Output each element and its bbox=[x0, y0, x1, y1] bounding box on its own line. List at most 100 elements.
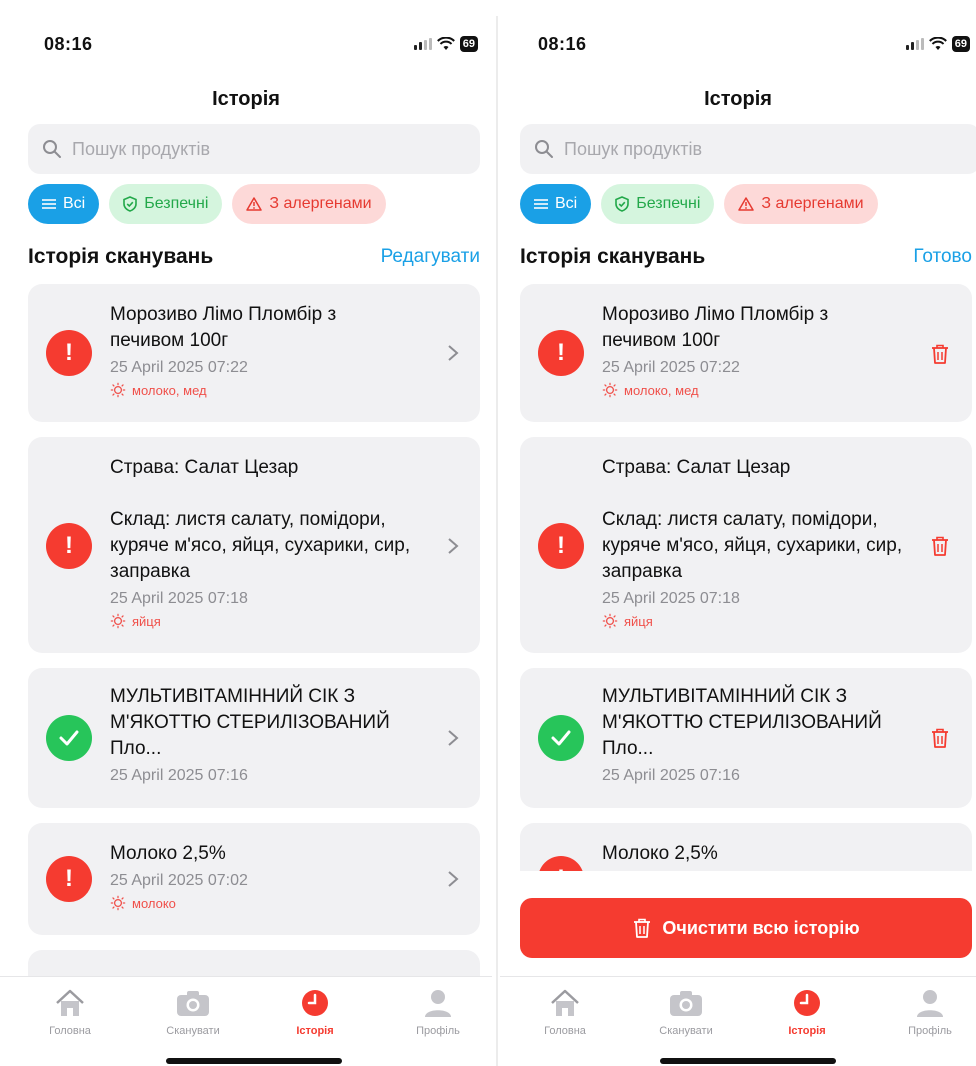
product-name: Морозиво Лімо Пломбір з печивом 100г bbox=[110, 304, 337, 351]
history-item[interactable]: ! Страва: Салат Цезар Склад: листя салат… bbox=[520, 437, 972, 653]
camera-icon bbox=[175, 985, 211, 1021]
search-bar[interactable] bbox=[520, 124, 976, 174]
scan-date: 25 April 2025 07:22 bbox=[602, 359, 740, 376]
scan-date: 25 April 2025 07:16 bbox=[110, 767, 248, 784]
filter-allergens-label: З алергенами bbox=[761, 195, 864, 212]
tab-profile-label: Профіль bbox=[416, 1025, 460, 1037]
history-item-body: Страва: Салат Цезар Склад: листя салату,… bbox=[602, 455, 910, 629]
product-name: Молоко 2,5% bbox=[110, 843, 226, 864]
history-item-body: Страва: Салат Цезар Склад: листя салату,… bbox=[110, 455, 428, 629]
battery-icon: 69 bbox=[951, 36, 970, 52]
tab-history-label: Історія bbox=[788, 1025, 826, 1037]
history-item-body: МУЛЬТИВІТАМІННИЙ СІК З М'ЯКОТТЮ СТЕРИЛІЗ… bbox=[602, 684, 892, 788]
alert-icon: ! bbox=[538, 856, 584, 871]
allergen-text: яйця bbox=[624, 613, 653, 629]
chevron-right-icon bbox=[448, 730, 459, 746]
tab-home[interactable]: Головна bbox=[515, 985, 615, 1037]
scan-date: 25 April 2025 07:16 bbox=[602, 767, 740, 784]
filter-all-chip[interactable]: Всі bbox=[28, 184, 100, 224]
history-item[interactable]: ! Морозиво Лімо Пломбір з печивом 100г 2… bbox=[28, 284, 480, 422]
tab-home-label: Головна bbox=[544, 1025, 586, 1037]
history-item[interactable]: МУЛЬТИВІТАМІННИЙ СІК З М'ЯКОТТЮ СТЕРИЛІЗ… bbox=[28, 668, 480, 808]
clear-history-button[interactable]: Очистити всю історію bbox=[520, 898, 972, 958]
tab-profile-label: Профіль bbox=[908, 1025, 952, 1037]
search-input[interactable] bbox=[564, 138, 921, 160]
person-icon bbox=[912, 985, 948, 1021]
trash-icon[interactable] bbox=[930, 867, 950, 871]
history-item-body: Молоко 2,5% 25 April 2025 07:02 молоко bbox=[110, 841, 410, 911]
tab-history[interactable]: Історія bbox=[265, 985, 365, 1037]
filter-safe-chip[interactable]: Безпечні bbox=[601, 184, 715, 224]
tab-scan-label: Сканувати bbox=[166, 1025, 220, 1037]
screen-divider bbox=[496, 16, 498, 1066]
alert-icon: ! bbox=[46, 523, 92, 569]
screen-history-edit: 08:16 69 Історія Всі Безпечні З алергена… bbox=[500, 0, 976, 1066]
product-ingredients: Склад: листя салату, помідори, куряче м'… bbox=[602, 509, 903, 582]
allergen-list: молоко, мед bbox=[602, 382, 902, 398]
history-item[interactable]: ! Молоко 2,5% bbox=[520, 823, 972, 871]
history-item-body: Морозиво Лімо Пломбір з печивом 100г 25 … bbox=[602, 302, 902, 398]
product-ingredients: Склад: листя салату, помідори, куряче м'… bbox=[110, 509, 411, 582]
allergen-list: яйця bbox=[110, 613, 428, 629]
allergen-icon bbox=[602, 613, 618, 629]
list-icon bbox=[534, 199, 548, 209]
tab-scan[interactable]: Сканувати bbox=[636, 985, 736, 1037]
allergen-icon bbox=[110, 613, 126, 629]
alert-icon: ! bbox=[46, 856, 92, 902]
home-indicator bbox=[660, 1058, 836, 1064]
history-item-body: Морозиво Лімо Пломбір з печивом 100г 25 … bbox=[110, 302, 410, 398]
shield-check-icon bbox=[123, 196, 138, 212]
warning-icon bbox=[246, 197, 263, 211]
battery-icon: 69 bbox=[459, 36, 478, 52]
history-item[interactable]: ! Морозиво Лімо Пломбір з печивом 100г 2… bbox=[520, 284, 972, 422]
edit-button[interactable]: Редагувати bbox=[381, 246, 480, 268]
chevron-right-icon bbox=[448, 345, 459, 361]
shield-check-icon bbox=[615, 196, 630, 212]
wifi-icon bbox=[928, 37, 947, 50]
trash-icon[interactable] bbox=[930, 727, 950, 749]
scan-date: 25 April 2025 07:22 bbox=[110, 359, 248, 376]
filter-all-chip[interactable]: Всі bbox=[520, 184, 592, 224]
scan-date: 25 April 2025 07:18 bbox=[110, 590, 248, 607]
tab-profile[interactable]: Профіль bbox=[880, 985, 976, 1037]
status-time: 08:16 bbox=[538, 34, 587, 54]
home-icon bbox=[52, 985, 88, 1021]
tab-profile[interactable]: Профіль bbox=[388, 985, 488, 1037]
tab-history[interactable]: Історія bbox=[757, 985, 857, 1037]
filter-safe-chip[interactable]: Безпечні bbox=[109, 184, 223, 224]
product-name: Молоко 2,5% bbox=[602, 843, 718, 864]
status-bar: 08:16 69 bbox=[0, 30, 492, 60]
filter-allergens-chip[interactable]: З алергенами bbox=[724, 184, 878, 224]
chevron-right-icon bbox=[448, 871, 459, 887]
section-header: Історія сканувань Редагувати bbox=[28, 240, 480, 274]
history-item[interactable]: ! Молоко 2,5% 25 April 2025 07:02 молоко bbox=[28, 823, 480, 935]
tab-history-label: Історія bbox=[296, 1025, 334, 1037]
filter-allergens-chip[interactable]: З алергенами bbox=[232, 184, 386, 224]
search-input[interactable] bbox=[72, 138, 423, 160]
history-item-body: Молоко 2,5% bbox=[602, 841, 902, 867]
section-title: Історія сканувань bbox=[28, 245, 214, 268]
alert-icon: ! bbox=[46, 330, 92, 376]
filter-all-label: Всі bbox=[555, 195, 578, 212]
history-item[interactable]: МУЛЬТИВІТАМІННИЙ СІК З М'ЯКОТТЮ СТЕРИЛІЗ… bbox=[520, 668, 972, 808]
tab-scan-label: Сканувати bbox=[659, 1025, 713, 1037]
tab-home[interactable]: Головна bbox=[20, 985, 120, 1037]
scan-date: 25 April 2025 07:02 bbox=[110, 872, 248, 889]
allergen-list: молоко bbox=[110, 895, 410, 911]
trash-icon[interactable] bbox=[930, 343, 950, 365]
wifi-icon bbox=[436, 37, 455, 50]
search-bar[interactable] bbox=[28, 124, 480, 174]
trash-icon[interactable] bbox=[930, 535, 950, 557]
allergen-text: молоко, мед bbox=[132, 382, 207, 398]
allergen-list: молоко, мед bbox=[110, 382, 410, 398]
section-header: Історія сканувань Готово bbox=[520, 240, 972, 274]
tab-scan[interactable]: Сканувати bbox=[143, 985, 243, 1037]
done-button[interactable]: Готово bbox=[913, 246, 972, 268]
history-item[interactable]: ! Страва: Салат Цезар Склад: листя салат… bbox=[28, 437, 480, 653]
page-title: Історія bbox=[212, 88, 280, 110]
signal-icon bbox=[413, 38, 432, 50]
check-icon bbox=[538, 715, 584, 761]
product-name: Морозиво Лімо Пломбір з печивом 100г bbox=[602, 304, 829, 351]
signal-icon bbox=[905, 38, 924, 50]
filter-safe-label: Безпечні bbox=[144, 195, 209, 212]
